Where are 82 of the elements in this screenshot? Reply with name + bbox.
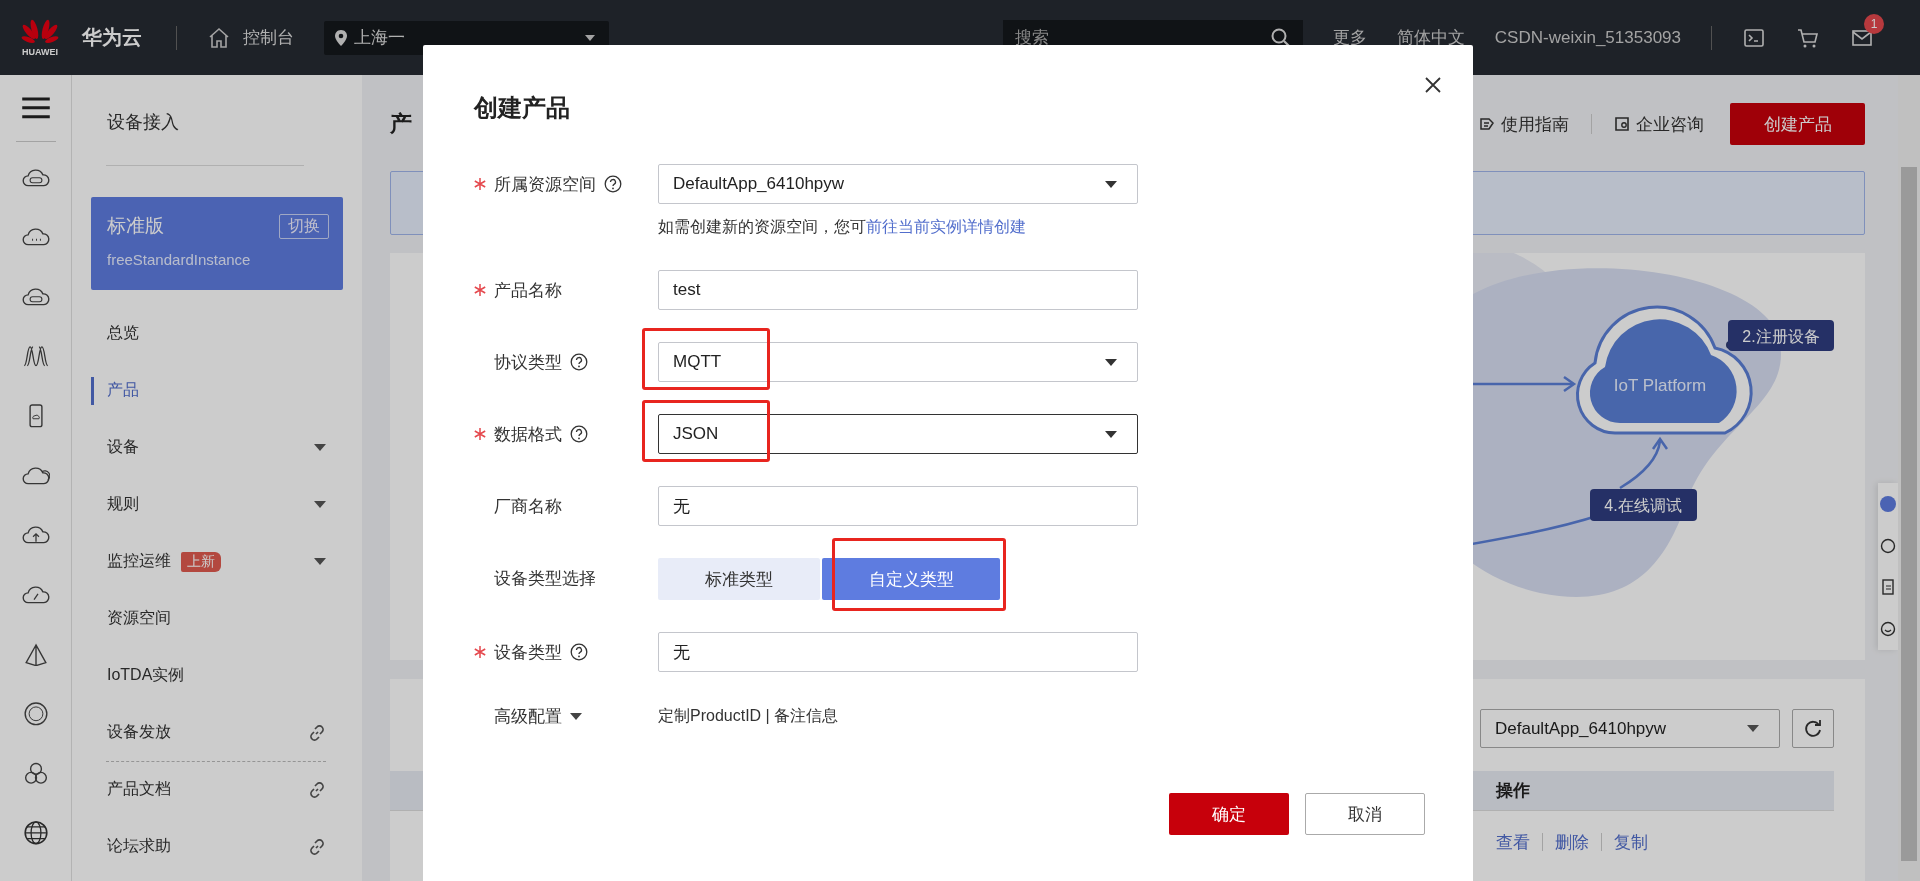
- caret-icon: [1105, 430, 1117, 438]
- brand-name[interactable]: 华为云: [82, 24, 142, 51]
- caret-icon: [1105, 180, 1117, 188]
- new-badge: 上新: [181, 551, 221, 572]
- row-action-link[interactable]: 查看: [1496, 830, 1530, 854]
- space-select[interactable]: DefaultApp_6410hpyw: [1480, 709, 1780, 748]
- document-icon[interactable]: [1880, 579, 1896, 596]
- section-title: 设备接入: [106, 111, 180, 134]
- select-field[interactable]: MQTT: [658, 342, 1138, 382]
- nav-item[interactable]: 设备: [72, 433, 139, 462]
- dialog-title: 创建产品: [474, 93, 571, 123]
- field-label: 产品名称: [494, 279, 562, 302]
- nav-item[interactable]: 产品: [91, 376, 139, 405]
- menu-icon[interactable]: [21, 97, 50, 119]
- waveform-icon[interactable]: [21, 344, 50, 369]
- globe-icon[interactable]: [21, 821, 50, 845]
- step-label: 4.在线调试: [1590, 489, 1697, 521]
- header-link[interactable]: 更多: [1332, 26, 1367, 49]
- row-action-link[interactable]: 删除: [1555, 830, 1589, 854]
- consult-link[interactable]: 企业咨询: [1614, 112, 1704, 136]
- instance-name: freeStandardInstance: [107, 251, 252, 268]
- field-label: 协议类型: [494, 351, 562, 374]
- link-icon[interactable]: [308, 837, 326, 856]
- caret-icon[interactable]: [570, 712, 582, 720]
- input-field[interactable]: 无: [658, 486, 1138, 526]
- field-label: 数据格式: [494, 423, 562, 446]
- input-field[interactable]: test: [658, 270, 1138, 310]
- select-field[interactable]: JSON: [658, 414, 1138, 454]
- caret-icon: [585, 34, 595, 41]
- field-label: 厂商名称: [494, 495, 562, 518]
- input-field[interactable]: 无: [658, 632, 1138, 672]
- page-title: 产: [390, 110, 412, 138]
- field-label: 所属资源空间: [494, 173, 596, 196]
- refresh-button[interactable]: [1792, 709, 1834, 748]
- column-header: 操作: [1496, 780, 1531, 802]
- search-icon: [1270, 27, 1291, 48]
- link-icon[interactable]: [308, 723, 326, 742]
- field-label: 设备类型: [494, 641, 562, 664]
- nav-item[interactable]: 总览: [72, 319, 139, 348]
- home-icon[interactable]: [207, 25, 231, 50]
- platform-label: IoT Platform: [1613, 376, 1707, 395]
- notification-badge: 1: [1864, 13, 1884, 34]
- edition-label: 标准版: [107, 214, 164, 238]
- caret-icon: [1747, 725, 1759, 732]
- location-pin-icon: [334, 28, 348, 47]
- confirm-button[interactable]: 确定: [1169, 793, 1289, 835]
- nav-item[interactable]: IoTDA实例: [72, 661, 185, 690]
- link-icon[interactable]: [308, 780, 326, 799]
- service-icon[interactable]: [1880, 495, 1896, 512]
- nav-item[interactable]: 论坛求助: [72, 832, 171, 861]
- caret-icon[interactable]: [314, 558, 326, 565]
- type-option[interactable]: 标准类型: [658, 558, 820, 600]
- nav-item[interactable]: 设备发放: [72, 718, 171, 747]
- nav-item[interactable]: 规则: [72, 490, 139, 519]
- huawei-logo-icon: [20, 18, 60, 44]
- book-icon: [1479, 116, 1495, 132]
- type-option[interactable]: 自定义类型: [822, 558, 1000, 600]
- select-field[interactable]: DefaultApp_6410hpyw: [658, 164, 1138, 204]
- create-product-button[interactable]: 创建产品: [1730, 103, 1865, 145]
- nav-item[interactable]: 资源空间: [72, 604, 171, 633]
- advanced-options-text: 定制ProductID | 备注信息: [658, 707, 839, 724]
- cancel-button[interactable]: 取消: [1305, 793, 1425, 835]
- console-link[interactable]: 控制台: [243, 26, 294, 49]
- smile-icon[interactable]: [1880, 621, 1896, 638]
- nav-item[interactable]: 监控运维: [72, 547, 171, 576]
- caret-icon[interactable]: [314, 444, 326, 451]
- refresh-icon: [1803, 718, 1823, 739]
- close-icon[interactable]: [1425, 77, 1441, 93]
- hint-text: 如需创建新的资源空间，您可前往当前实例详情创建: [658, 217, 1027, 237]
- header-link[interactable]: 简体中文: [1396, 26, 1465, 49]
- guide-link[interactable]: 使用指南: [1479, 112, 1569, 136]
- step-label: 2.注册设备: [1728, 320, 1834, 351]
- account-name[interactable]: CSDN-weixin_51353093: [1494, 27, 1681, 48]
- instance-detail-link[interactable]: 前往当前实例详情创建: [866, 218, 1026, 235]
- scrollbar[interactable]: [1898, 75, 1920, 881]
- caret-icon: [1105, 358, 1117, 366]
- nav-item[interactable]: 产品文档: [72, 775, 171, 804]
- field-label: 高级配置: [494, 705, 562, 728]
- logo-text: HUAWEI: [22, 47, 58, 57]
- field-label: 设备类型选择: [494, 567, 596, 590]
- row-action-link[interactable]: 复制: [1614, 830, 1648, 854]
- caret-icon[interactable]: [314, 501, 326, 508]
